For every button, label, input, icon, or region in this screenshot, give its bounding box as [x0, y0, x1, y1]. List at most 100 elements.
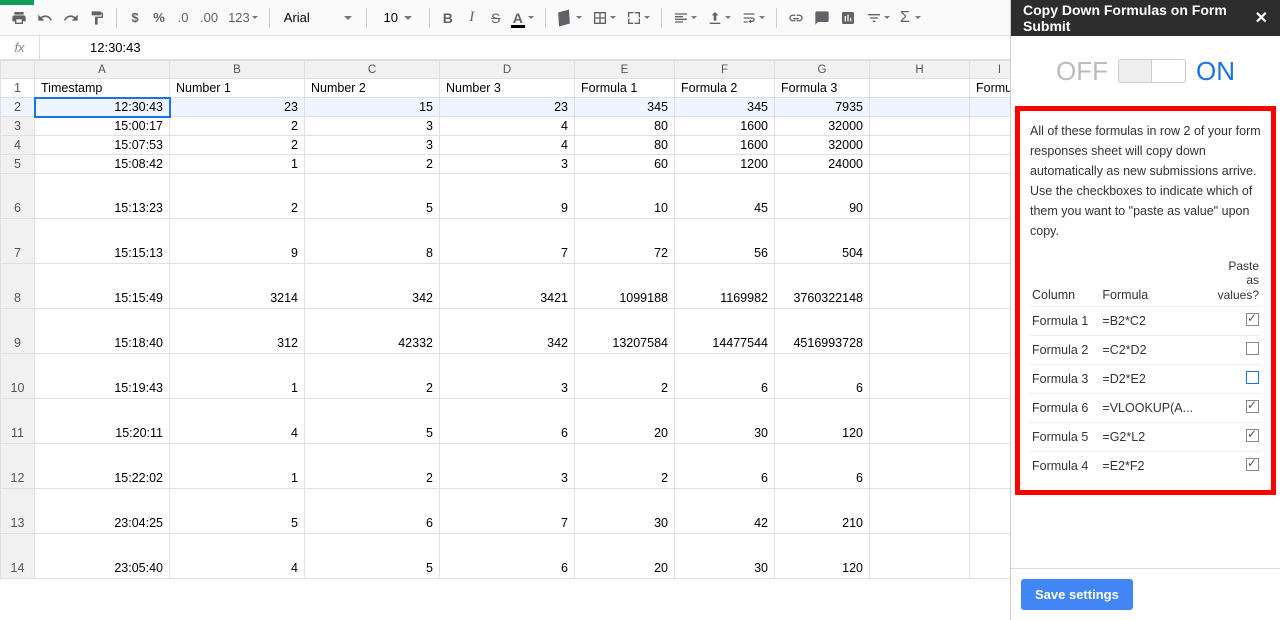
cell[interactable]: 6 [775, 354, 870, 399]
cell[interactable]: 12:30:43 [35, 98, 170, 117]
cell[interactable]: 42332 [305, 309, 440, 354]
row-header-11[interactable]: 11 [1, 399, 35, 444]
redo-icon[interactable] [60, 6, 82, 30]
cell[interactable]: 3760322148 [775, 264, 870, 309]
cell[interactable]: 2 [170, 136, 305, 155]
cell[interactable]: 6 [675, 444, 775, 489]
cell[interactable]: 15:20:11 [35, 399, 170, 444]
cell[interactable] [970, 117, 1011, 136]
cell[interactable]: 504 [775, 219, 870, 264]
cell[interactable]: 345 [675, 98, 775, 117]
cell[interactable]: 1169982 [675, 264, 775, 309]
close-icon[interactable]: ✕ [1255, 8, 1268, 28]
cell[interactable]: 14477544 [675, 309, 775, 354]
cell[interactable]: 3 [305, 136, 440, 155]
cell[interactable] [870, 309, 970, 354]
cell[interactable]: 2 [305, 155, 440, 174]
cell[interactable] [870, 117, 970, 136]
header-cell[interactable]: Formula 6 [970, 79, 1011, 98]
decrease-decimal[interactable]: .0 [173, 6, 193, 30]
cell[interactable]: 15:07:53 [35, 136, 170, 155]
row-header-4[interactable]: 4 [1, 136, 35, 155]
functions-dropdown[interactable]: Σ [897, 6, 924, 30]
cell[interactable]: 3 [440, 444, 575, 489]
font-family-select[interactable]: Arial [278, 6, 358, 30]
cell[interactable]: 24000 [775, 155, 870, 174]
cell[interactable]: 312 [170, 309, 305, 354]
cell[interactable]: 15:22:02 [35, 444, 170, 489]
italic-icon[interactable]: I [462, 6, 482, 30]
strikethrough-icon[interactable]: S [486, 6, 506, 30]
paste-values-checkbox[interactable] [1246, 429, 1259, 442]
row-header-10[interactable]: 10 [1, 354, 35, 399]
cell[interactable]: 9 [440, 174, 575, 219]
col-header-D[interactable]: D [440, 61, 575, 79]
cell[interactable]: 120 [775, 399, 870, 444]
cell[interactable]: 80 [575, 117, 675, 136]
cell[interactable]: 2 [305, 354, 440, 399]
col-header-G[interactable]: G [775, 61, 870, 79]
cell[interactable]: 15:08:42 [35, 155, 170, 174]
cell[interactable] [970, 264, 1011, 309]
row-header-3[interactable]: 3 [1, 117, 35, 136]
cell[interactable]: 15:18:40 [35, 309, 170, 354]
cell[interactable]: 4 [440, 136, 575, 155]
cell[interactable]: 3421 [440, 264, 575, 309]
cell[interactable]: 45 [675, 174, 775, 219]
cell[interactable]: 23 [170, 98, 305, 117]
cell[interactable] [970, 309, 1011, 354]
cell[interactable]: 1099188 [575, 264, 675, 309]
cell[interactable]: 1 [170, 354, 305, 399]
font-size-select[interactable]: 10 [375, 6, 421, 30]
row-header-12[interactable]: 12 [1, 444, 35, 489]
cell[interactable]: 13207584 [575, 309, 675, 354]
cell[interactable]: 15:15:49 [35, 264, 170, 309]
cell[interactable] [870, 444, 970, 489]
format-percent[interactable]: % [149, 6, 169, 30]
col-header-I[interactable]: I [970, 61, 1011, 79]
merge-cells-dropdown[interactable] [623, 6, 653, 30]
cell[interactable] [870, 354, 970, 399]
cell[interactable]: 6 [675, 354, 775, 399]
cell[interactable]: 5 [305, 534, 440, 579]
cell[interactable]: 1600 [675, 117, 775, 136]
cell[interactable] [970, 174, 1011, 219]
vertical-align-dropdown[interactable] [704, 6, 734, 30]
cell[interactable]: 6 [440, 534, 575, 579]
col-header-B[interactable]: B [170, 61, 305, 79]
cell[interactable]: 7 [440, 489, 575, 534]
cell[interactable]: 8 [305, 219, 440, 264]
spreadsheet-grid[interactable]: ABCDEFGHI1TimestampNumber 1Number 2Numbe… [0, 60, 1010, 620]
row-header-13[interactable]: 13 [1, 489, 35, 534]
cell[interactable]: 30 [675, 534, 775, 579]
header-cell[interactable]: Number 2 [305, 79, 440, 98]
cell[interactable]: 7935 [775, 98, 870, 117]
cell[interactable]: 3 [440, 155, 575, 174]
row-header-5[interactable]: 5 [1, 155, 35, 174]
row-header-8[interactable]: 8 [1, 264, 35, 309]
col-header-F[interactable]: F [675, 61, 775, 79]
cell[interactable]: 15:00:17 [35, 117, 170, 136]
select-all-corner[interactable] [1, 61, 35, 79]
cell[interactable]: 32000 [775, 136, 870, 155]
col-header-H[interactable]: H [870, 61, 970, 79]
header-cell[interactable]: Timestamp [35, 79, 170, 98]
cell[interactable]: 72 [575, 219, 675, 264]
save-settings-button[interactable]: Save settings [1021, 579, 1133, 610]
cell[interactable]: 2 [575, 444, 675, 489]
insert-chart-icon[interactable] [837, 6, 859, 30]
cell[interactable] [870, 219, 970, 264]
cell[interactable]: 4 [170, 399, 305, 444]
paint-format-icon[interactable] [86, 6, 108, 30]
cell[interactable]: 80 [575, 136, 675, 155]
cell[interactable]: 90 [775, 174, 870, 219]
cell[interactable] [870, 155, 970, 174]
undo-icon[interactable] [34, 6, 56, 30]
cell[interactable]: 2 [575, 354, 675, 399]
cell[interactable]: 120 [775, 534, 870, 579]
header-cell[interactable]: Formula 2 [675, 79, 775, 98]
print-icon[interactable] [8, 6, 30, 30]
paste-values-checkbox[interactable] [1246, 342, 1259, 355]
header-cell[interactable]: Number 1 [170, 79, 305, 98]
cell[interactable]: 10 [575, 174, 675, 219]
